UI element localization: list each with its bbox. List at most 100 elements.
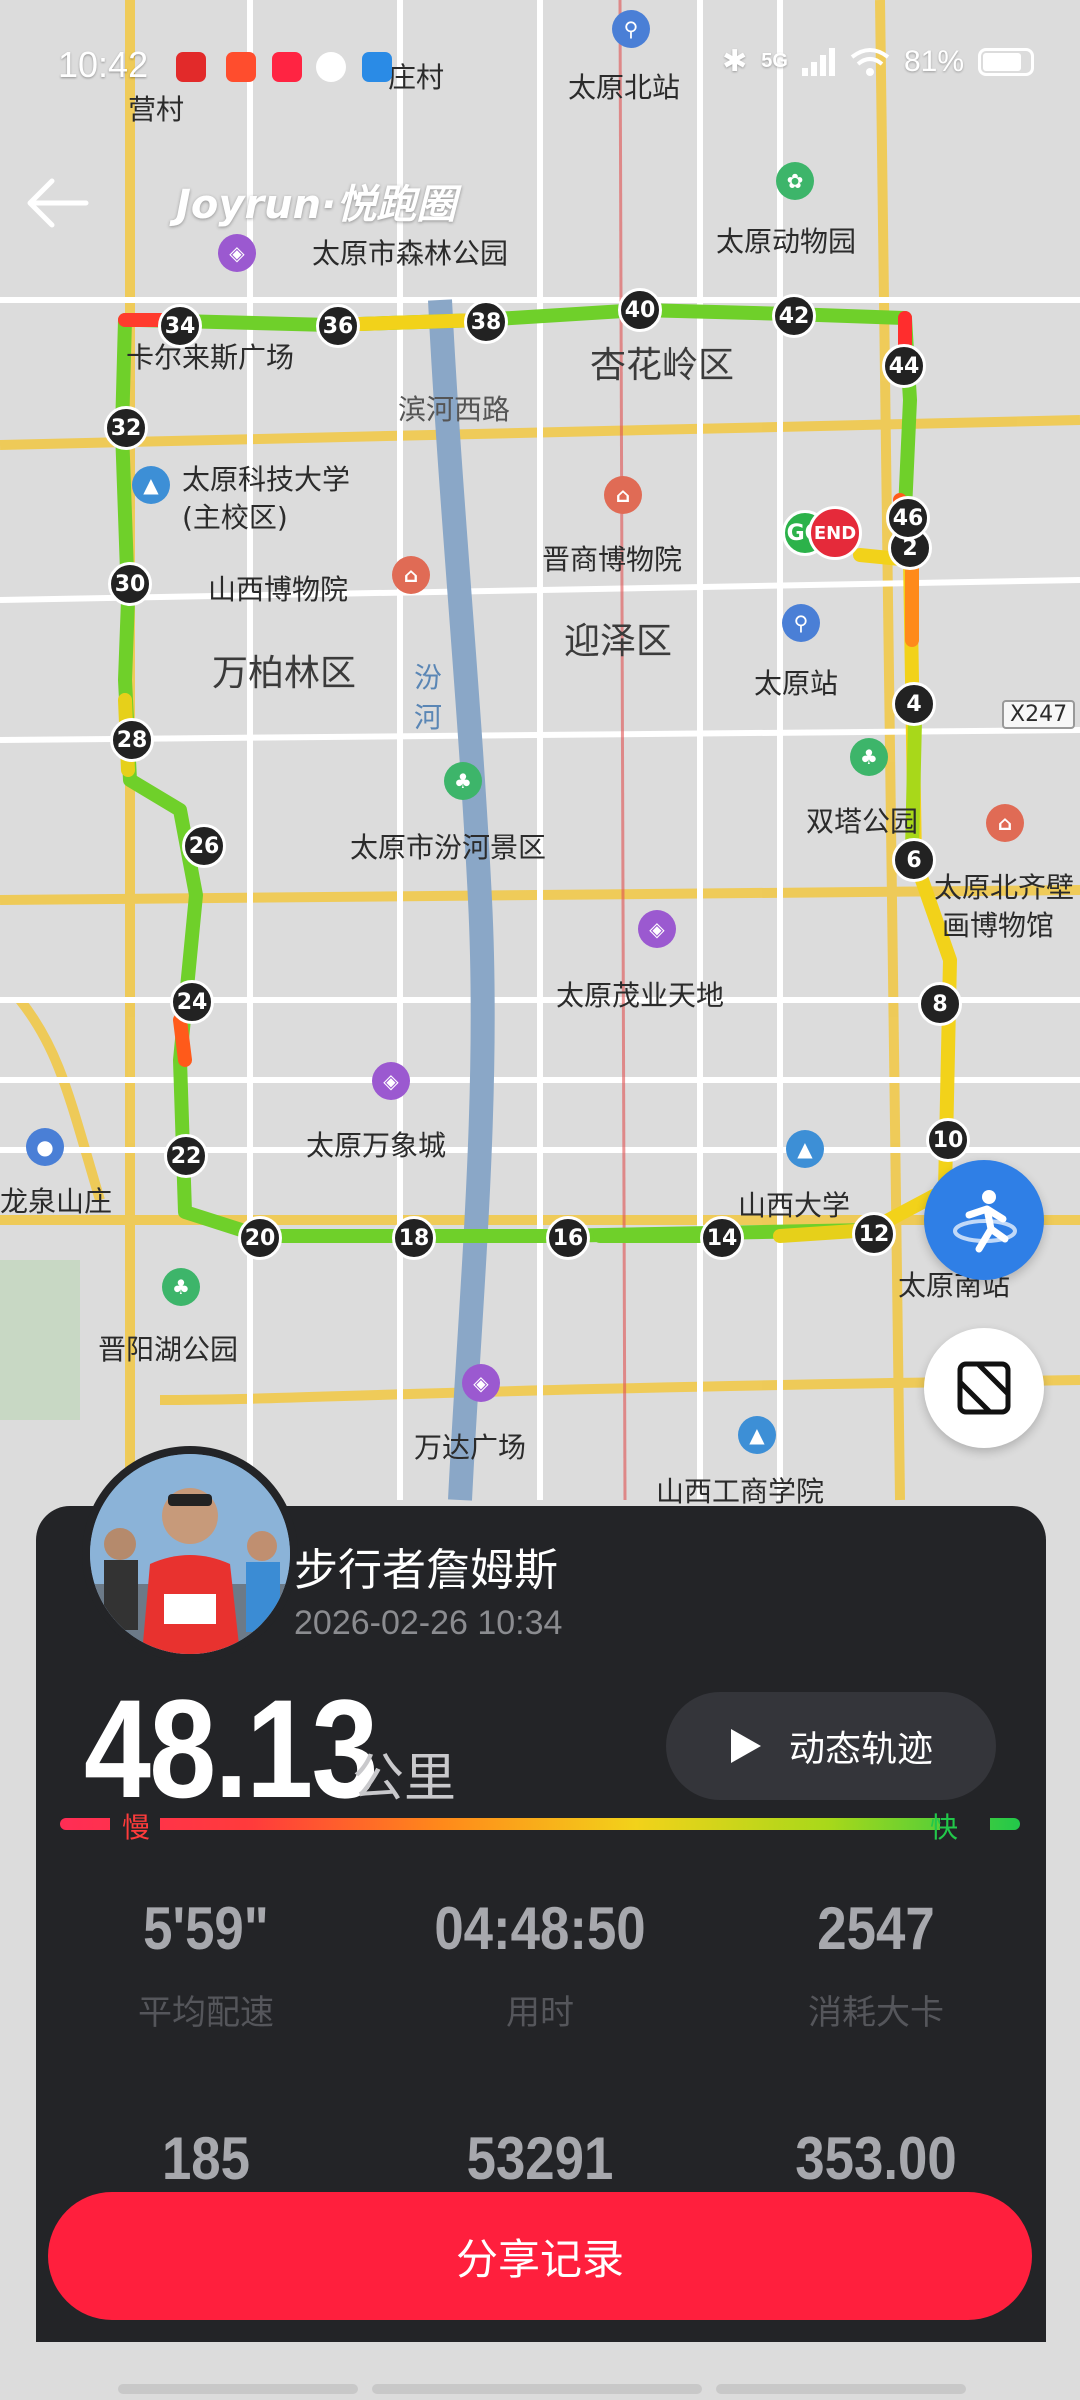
map-label: 双塔公园: [806, 805, 919, 838]
stat-value: 5'59": [143, 1895, 269, 1962]
map-label: 太原茂业天地: [556, 979, 725, 1012]
km-marker[interactable]: 26: [182, 824, 226, 868]
nav-handle: [118, 2384, 358, 2394]
dynamic-track-button[interactable]: 动态轨迹: [666, 1692, 996, 1800]
battery-percent: 81%: [903, 44, 964, 78]
stat-cadence: 185: [46, 2124, 366, 2193]
km-marker[interactable]: 44: [882, 344, 926, 388]
road-shield: X247: [1002, 700, 1076, 729]
avatar[interactable]: [82, 1446, 298, 1662]
map-label: 滨河西路: [398, 393, 511, 426]
stat-label: 用时: [506, 1993, 574, 2033]
notification-icon: [316, 52, 346, 82]
km-marker[interactable]: 10: [926, 1118, 970, 1162]
back-button[interactable]: [22, 168, 92, 238]
km-marker[interactable]: 28: [110, 718, 154, 762]
km-marker[interactable]: 34: [158, 304, 202, 348]
status-time: 10:42: [58, 44, 149, 85]
map-label: 汾 河: [414, 661, 443, 734]
shopping-icon: ◈: [638, 910, 676, 948]
map-label: 万达广场: [414, 1431, 527, 1464]
map-label: 山西工商学院: [656, 1475, 825, 1508]
system-indicators: ✱ 5G 81%: [722, 44, 1034, 79]
km-marker[interactable]: 24: [170, 980, 214, 1024]
nav-handle: [716, 2384, 966, 2394]
map-fit-button[interactable]: [924, 1328, 1044, 1448]
arrow-left-icon: [27, 178, 89, 228]
stat-steps: 53291: [380, 2124, 700, 2193]
park-icon: ♣: [162, 1268, 200, 1306]
run-datetime: 2026-02-26 10:34: [294, 1604, 563, 1642]
username: 步行者詹姆斯: [294, 1545, 558, 1596]
fast-label: 快: [930, 1811, 959, 1844]
stat-value: 04:48:50: [434, 1895, 646, 1962]
km-marker[interactable]: 46: [886, 496, 930, 540]
map-label: 山西大学: [738, 1189, 851, 1222]
bluetooth-icon: ✱: [722, 45, 748, 78]
school-icon: ▲: [786, 1130, 824, 1168]
pace-color-legend: [60, 1816, 1020, 1832]
map-label: 万柏林区: [212, 653, 357, 694]
stat-calories: 2547 消耗大卡: [716, 1894, 1036, 2034]
school-icon: ▲: [738, 1416, 776, 1454]
map-label: 卡尔来斯广场: [126, 341, 295, 374]
map-label: 杏花岭区: [590, 345, 735, 386]
location-icon: ●: [26, 1128, 64, 1166]
km-marker[interactable]: 14: [700, 1216, 744, 1260]
park-icon: ♣: [850, 738, 888, 776]
share-button[interactable]: 分享记录: [48, 2192, 1032, 2320]
map-label: 画博物馆: [942, 909, 1055, 942]
museum-icon: ⌂: [604, 476, 642, 514]
distance-unit: 公里: [352, 1749, 457, 1809]
run-mode-button[interactable]: [924, 1160, 1044, 1280]
network-type: 5G: [761, 50, 788, 72]
km-marker[interactable]: 42: [772, 294, 816, 338]
map-label: 山西博物院: [208, 573, 349, 606]
map-label: 太原站: [754, 667, 839, 700]
km-marker[interactable]: 40: [618, 288, 662, 332]
km-marker[interactable]: 18: [392, 1216, 436, 1260]
km-marker[interactable]: 38: [464, 300, 508, 344]
nav-handle: [372, 2384, 702, 2394]
end-marker[interactable]: END: [808, 506, 862, 560]
km-marker[interactable]: 8: [918, 982, 962, 1026]
km-marker[interactable]: 36: [316, 304, 360, 348]
stat-value: 2547: [817, 1895, 935, 1962]
train-station-icon: ⚲: [782, 604, 820, 642]
notification-icon: [362, 52, 392, 82]
notification-icon: [272, 52, 302, 82]
signal-icon: [801, 47, 835, 76]
km-marker[interactable]: 32: [104, 406, 148, 450]
wifi-icon: [850, 47, 890, 76]
map-label: 太原万象城: [306, 1129, 447, 1162]
play-icon: [730, 1729, 761, 1763]
km-marker[interactable]: 16: [546, 1216, 590, 1260]
brand-logo: Joyrun·悦跑圈: [176, 182, 457, 228]
stat-elevation: 353.00: [716, 2124, 1036, 2193]
stat-label: 消耗大卡: [808, 1993, 944, 2033]
shopping-icon: ◈: [462, 1364, 500, 1402]
museum-icon: ⌂: [392, 556, 430, 594]
map-label: 太原市汾河景区: [350, 831, 547, 864]
km-marker[interactable]: 20: [238, 1216, 282, 1260]
stat-duration: 04:48:50 用时: [380, 1894, 700, 2034]
map-label: 迎泽区: [564, 621, 673, 662]
zoo-icon: ✿: [776, 162, 814, 200]
stat-avg-pace: 5'59" 平均配速: [46, 1894, 366, 2034]
notification-icon: [226, 52, 256, 82]
km-marker[interactable]: 30: [108, 562, 152, 606]
park-icon: ♣: [444, 762, 482, 800]
km-marker[interactable]: 4: [892, 682, 936, 726]
status-bar: 10:42 ✱ 5G 81%: [0, 0, 1080, 140]
notification-icon: [176, 52, 206, 82]
km-marker[interactable]: 22: [164, 1134, 208, 1178]
map-label: 太原市森林公园: [312, 237, 509, 270]
map-label: 晋商博物院: [542, 543, 683, 576]
km-marker[interactable]: 6: [892, 838, 936, 882]
stat-value: 353.00: [795, 2125, 957, 2192]
avatar-photo: [90, 1454, 290, 1654]
stat-value: 185: [161, 2125, 251, 2192]
km-marker[interactable]: 12: [852, 1212, 896, 1256]
slow-label: 慢: [122, 1811, 151, 1844]
museum-icon: ⌂: [986, 804, 1024, 842]
